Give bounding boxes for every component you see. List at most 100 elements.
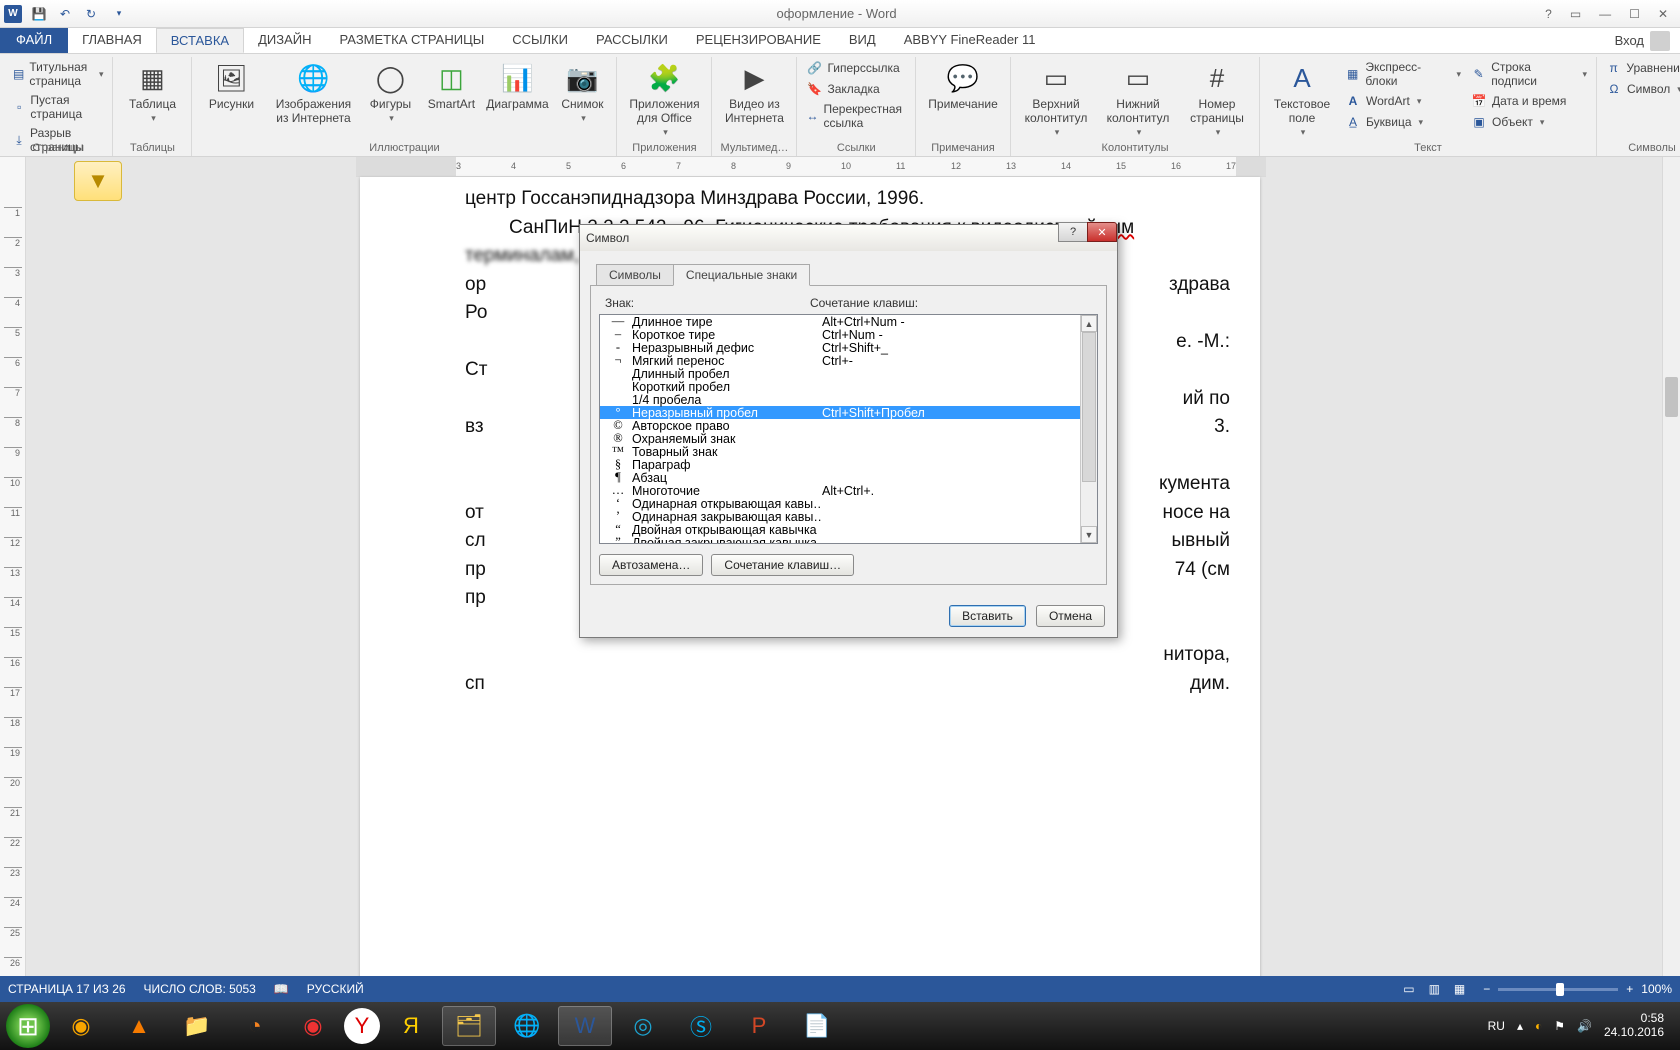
dropcap-button[interactable]: A̲Буквица▾: [1342, 113, 1464, 131]
list-row[interactable]: “Двойная открывающая кавычка: [600, 523, 1097, 536]
status-language[interactable]: РУССКИЙ: [307, 982, 364, 996]
dialog-help-button[interactable]: ?: [1058, 222, 1088, 242]
proofing-icon[interactable]: 📖: [274, 982, 289, 996]
ribbon-options-icon[interactable]: ▭: [1570, 7, 1581, 21]
tab-insert[interactable]: ВСТАВКА: [156, 28, 244, 53]
scroll-up-icon[interactable]: ▲: [1081, 315, 1097, 332]
list-row[interactable]: ¬Мягкий переносCtrl+-: [600, 354, 1097, 367]
taskbar-app-vlc[interactable]: ▲: [112, 1006, 166, 1046]
listbox-scrollbar[interactable]: ▲ ▼: [1080, 315, 1097, 543]
tray-network-icon[interactable]: ◐: [1535, 1019, 1542, 1033]
hyperlink-button[interactable]: 🔗Гиперссылка: [803, 59, 909, 77]
tray-volume-icon[interactable]: 🔊: [1577, 1019, 1592, 1033]
quickparts-button[interactable]: ▦Экспресс-блоки▾: [1342, 59, 1464, 89]
table-button[interactable]: ▦Таблица▾: [119, 59, 185, 124]
tray-lang[interactable]: RU: [1488, 1019, 1505, 1033]
pages-gallery-badge[interactable]: ▼: [74, 161, 122, 201]
taskbar-app-1[interactable]: ◉: [54, 1006, 108, 1046]
taskbar-app-word[interactable]: W: [558, 1006, 612, 1046]
taskbar-app-folder[interactable]: 🗂: [442, 1006, 496, 1046]
special-chars-listbox[interactable]: —Длинное тиреAlt+Ctrl+Num -–Короткое тир…: [599, 314, 1098, 544]
redo-icon[interactable]: ↻: [82, 5, 100, 23]
sign-in-button[interactable]: Вход: [1605, 28, 1680, 53]
screenshot-button[interactable]: 📷Снимок▾: [554, 59, 610, 124]
taskbar-app-explorer[interactable]: 📁: [170, 1006, 224, 1046]
taskbar-app-powerpoint[interactable]: P: [732, 1006, 786, 1046]
list-row[interactable]: ©Авторское право: [600, 419, 1097, 432]
minimize-icon[interactable]: —: [1599, 7, 1611, 21]
wordart-button[interactable]: AWordArt▾: [1342, 92, 1464, 110]
shortcut-key-button[interactable]: Сочетание клавиш…: [711, 554, 854, 576]
tray-clock[interactable]: 0:58 24.10.2016: [1604, 1012, 1664, 1040]
list-row[interactable]: –Короткое тиреCtrl+Num -: [600, 328, 1097, 341]
object-button[interactable]: ▣Объект▾: [1468, 113, 1590, 131]
tab-review[interactable]: РЕЦЕНЗИРОВАНИЕ: [682, 28, 835, 53]
apps-button[interactable]: 🧩Приложения для Office▾: [623, 59, 705, 138]
taskbar-app-yandex[interactable]: Y: [344, 1008, 380, 1044]
close-icon[interactable]: ✕: [1658, 7, 1668, 21]
insert-button[interactable]: Вставить: [949, 605, 1026, 627]
smartart-button[interactable]: ◫SmartArt: [422, 59, 480, 111]
list-row[interactable]: ”Двойная закрывающая кавычка: [600, 536, 1097, 544]
tab-abbyy[interactable]: ABBYY FineReader 11: [890, 28, 1050, 53]
tab-references[interactable]: ССЫЛКИ: [498, 28, 582, 53]
blank-page-button[interactable]: ▫Пустая страница: [10, 92, 106, 122]
taskbar-app-uc[interactable]: ◔: [228, 1006, 282, 1046]
textbox-button[interactable]: AТекстовое поле▾: [1266, 59, 1338, 138]
taskbar-app-chrome[interactable]: 🌐: [500, 1006, 554, 1046]
read-mode-icon[interactable]: ▭: [1403, 982, 1414, 996]
vertical-scrollbar[interactable]: [1662, 157, 1680, 1020]
cancel-button[interactable]: Отмена: [1036, 605, 1105, 627]
pictures-button[interactable]: 🖼Рисунки: [198, 59, 264, 111]
list-row[interactable]: §Параграф: [600, 458, 1097, 471]
list-row[interactable]: …МноготочиеAlt+Ctrl+.: [600, 484, 1097, 497]
zoom-slider[interactable]: [1498, 988, 1618, 991]
tab-file[interactable]: ФАЙЛ: [0, 28, 68, 53]
page-number-button[interactable]: #Номер страницы▾: [1181, 59, 1253, 138]
list-row[interactable]: ¶Абзац: [600, 471, 1097, 484]
autocorrect-button[interactable]: Автозамена…: [599, 554, 703, 576]
list-row[interactable]: 1/4 пробела: [600, 393, 1097, 406]
signature-line-button[interactable]: ✎Строка подписи▾: [1468, 59, 1590, 89]
undo-icon[interactable]: ↶: [56, 5, 74, 23]
zoom-out-icon[interactable]: −: [1483, 982, 1490, 996]
header-button[interactable]: ▭Верхний колонтитул▾: [1017, 59, 1095, 138]
comment-button[interactable]: 💬Примечание: [922, 59, 1004, 111]
help-icon[interactable]: ?: [1545, 7, 1552, 21]
taskbar-app-skype[interactable]: Ⓢ: [674, 1006, 728, 1046]
start-button[interactable]: ⊞: [6, 1004, 50, 1048]
bookmark-button[interactable]: 🔖Закладка: [803, 80, 909, 98]
dialog-tab-symbols[interactable]: Символы: [596, 264, 674, 286]
status-word-count[interactable]: ЧИСЛО СЛОВ: 5053: [144, 982, 256, 996]
cover-page-button[interactable]: ▤Титульная страница▾: [10, 59, 106, 89]
list-row[interactable]: ‘Одинарная открывающая кавы…: [600, 497, 1097, 510]
online-pictures-button[interactable]: 🌐Изображения из Интернета: [268, 59, 358, 125]
crossref-button[interactable]: ↔Перекрестная ссылка: [803, 101, 909, 131]
web-layout-icon[interactable]: ▦: [1454, 982, 1465, 996]
taskbar-app-5[interactable]: ◎: [616, 1006, 670, 1046]
list-row[interactable]: °Неразрывный пробелCtrl+Shift+Пробел: [600, 406, 1097, 419]
list-row[interactable]: —Длинное тиреAlt+Ctrl+Num -: [600, 315, 1097, 328]
tray-show-hidden-icon[interactable]: ▴: [1517, 1019, 1523, 1033]
tray-action-center-icon[interactable]: ⚑: [1554, 1019, 1565, 1033]
scrollbar-thumb[interactable]: [1665, 377, 1678, 417]
dialog-close-button[interactable]: ✕: [1087, 222, 1117, 242]
save-icon[interactable]: 💾: [30, 5, 48, 23]
zoom-in-icon[interactable]: +: [1626, 982, 1633, 996]
datetime-button[interactable]: 📅Дата и время: [1468, 92, 1590, 110]
online-video-button[interactable]: ▶Видео из Интернета: [718, 59, 790, 125]
list-row[interactable]: ’Одинарная закрывающая кавы…: [600, 510, 1097, 523]
print-layout-icon[interactable]: ▥: [1429, 982, 1440, 996]
equation-button[interactable]: πУравнение▾: [1603, 59, 1680, 77]
taskbar-app-foxit[interactable]: 📄: [790, 1006, 844, 1046]
zoom-level[interactable]: 100%: [1641, 982, 1672, 996]
list-row[interactable]: ®Охраняемый знак: [600, 432, 1097, 445]
shapes-button[interactable]: ◯Фигуры▾: [362, 59, 418, 124]
maximize-icon[interactable]: ☐: [1629, 7, 1640, 21]
list-row[interactable]: ™Товарный знак: [600, 445, 1097, 458]
list-row[interactable]: Длинный пробел: [600, 367, 1097, 380]
qat-dropdown-icon[interactable]: ▾: [110, 5, 128, 23]
tab-layout[interactable]: РАЗМЕТКА СТРАНИЦЫ: [326, 28, 499, 53]
tab-mailings[interactable]: РАССЫЛКИ: [582, 28, 682, 53]
tab-design[interactable]: ДИЗАЙН: [244, 28, 325, 53]
